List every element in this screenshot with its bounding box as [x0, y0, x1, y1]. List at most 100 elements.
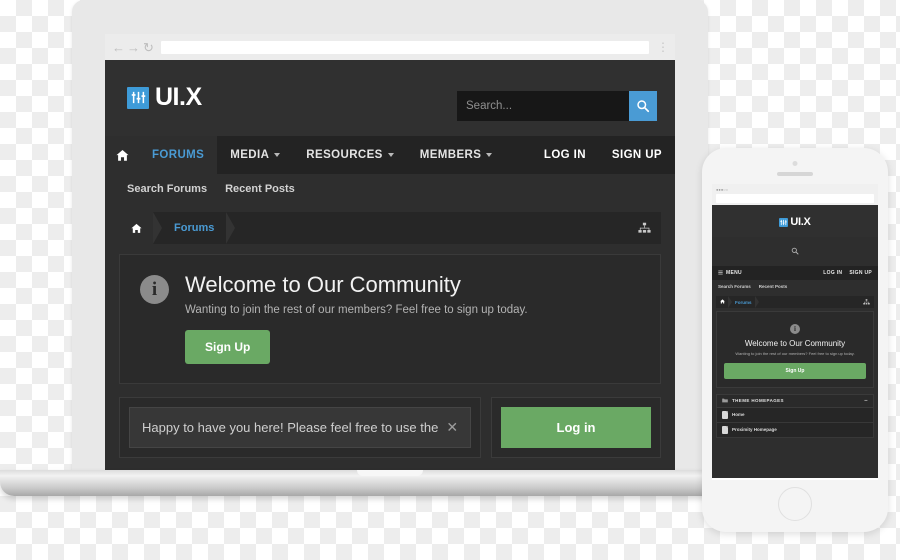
phone-camera	[792, 161, 798, 166]
breadcrumb-separator	[153, 212, 162, 244]
login-button[interactable]: Log in	[501, 407, 651, 449]
phone-mockup: ●●●○○ UI.X MENU LOG IN SIGN UP Search Fo…	[702, 148, 888, 532]
laptop-base-notch	[357, 470, 423, 476]
phone-breadcrumb-separator	[728, 296, 732, 308]
phone-welcome-title: Welcome to Our Community	[744, 339, 846, 348]
breadcrumb-separator	[226, 212, 236, 244]
phone-sub-nav-recent-posts[interactable]: Recent Posts	[759, 284, 788, 289]
nav-home-button[interactable]	[105, 136, 139, 174]
phone-site: UI.X MENU LOG IN SIGN UP Search Forums R…	[712, 205, 878, 478]
notice-inner: Happy to have you here! Please feel free…	[129, 407, 472, 449]
phone-url-input[interactable]	[716, 194, 874, 203]
reload-icon[interactable]: ↻	[141, 41, 156, 54]
main-navigation: FORUMS MEDIA RESOURCES MEMBERS LOG IN SI…	[105, 136, 675, 174]
welcome-content: Welcome to Our Community Wanting to join…	[185, 272, 528, 365]
phone-login-button[interactable]: LOG IN	[823, 270, 842, 276]
welcome-panel: i Welcome to Our Community Wanting to jo…	[119, 254, 661, 385]
sliders-icon	[779, 218, 789, 227]
kebab-menu-icon[interactable]: ⋮	[657, 41, 669, 53]
site-logo[interactable]: UI.X	[127, 85, 202, 110]
laptop-mockup: ← → ↻ ⋮ UI.X Search... FORUMS MEDIA RESO…	[0, 0, 780, 500]
browser-chrome: ← → ↻ ⋮	[105, 34, 675, 60]
phone-screen: ●●●○○ UI.X MENU LOG IN SIGN UP Search Fo…	[712, 184, 878, 480]
site-header: UI.X	[105, 60, 675, 136]
phone-sub-nav: Search Forums Recent Posts	[712, 280, 878, 293]
nav-item-forums[interactable]: FORUMS	[139, 136, 218, 174]
nav-item-resources[interactable]: RESOURCES	[293, 136, 406, 174]
breadcrumb-label: Forums	[174, 222, 215, 234]
nav-login-button[interactable]: LOG IN	[531, 136, 599, 174]
nav-item-label: MEMBERS	[419, 149, 482, 161]
phone-category-header[interactable]: THEME HOMEPAGES –	[716, 393, 874, 408]
search-button[interactable]	[629, 91, 657, 121]
arrow-right-icon[interactable]: →	[126, 41, 141, 54]
nav-item-media[interactable]: MEDIA	[217, 136, 293, 174]
nav-item-label: RESOURCES	[306, 149, 383, 161]
phone-menu-label[interactable]: MENU	[726, 270, 742, 276]
browser-viewport: UI.X FORUMS	[105, 60, 675, 470]
sitemap-icon[interactable]	[638, 212, 661, 244]
nav-signup-button[interactable]: SIGN UP	[599, 136, 675, 174]
sub-nav-search-forums[interactable]: Search Forums	[127, 183, 207, 195]
phone-nav-right: LOG IN SIGN UP	[823, 270, 872, 276]
nav-login-label: LOG IN	[543, 149, 586, 161]
url-input[interactable]	[161, 40, 649, 54]
info-icon: i	[140, 275, 169, 304]
phone-category-block: THEME HOMEPAGES – Home Proximity Homepag…	[716, 393, 874, 438]
breadcrumb: Forums	[119, 212, 661, 244]
phone-category-row[interactable]: Proximity Homepage	[716, 422, 874, 438]
nav-item-members[interactable]: MEMBERS	[407, 136, 506, 174]
nav-item-label: MEDIA	[230, 149, 270, 161]
close-icon[interactable]: ✕	[446, 419, 458, 436]
phone-search-button[interactable]	[712, 237, 878, 266]
welcome-title: Welcome to Our Community	[185, 272, 461, 297]
phone-home-button[interactable]	[778, 487, 812, 521]
phone-site-header: UI.X	[712, 205, 878, 237]
phone-category-row-label: Proximity Homepage	[732, 427, 777, 433]
bottom-row: Happy to have you here! Please feel free…	[119, 397, 661, 459]
phone-breadcrumb-label[interactable]: Forums	[735, 300, 752, 305]
sliders-icon	[127, 86, 149, 109]
chevron-down-icon	[486, 153, 493, 157]
notice-panel: Happy to have you here! Please feel free…	[119, 397, 482, 459]
document-icon	[722, 410, 728, 419]
breadcrumb-wrapper: Forums	[105, 204, 675, 244]
login-panel: Log in	[491, 397, 661, 459]
phone-signup-button[interactable]: SIGN UP	[849, 270, 872, 276]
phone-category-title: THEME HOMEPAGES	[732, 398, 784, 404]
notice-text: Happy to have you here! Please feel free…	[142, 420, 439, 436]
breadcrumb-home[interactable]	[119, 212, 153, 244]
phone-url-bar[interactable]	[712, 194, 878, 205]
phone-site-logo-text: UI.X	[790, 216, 811, 228]
site-logo-text: UI.X	[155, 83, 202, 111]
phone-signup-button[interactable]: Sign Up	[724, 362, 866, 379]
phone-signal-icon: ●●●○○	[716, 186, 729, 192]
chevron-down-icon	[274, 153, 281, 157]
phone-sub-nav-search-forums[interactable]: Search Forums	[718, 284, 751, 289]
phone-welcome-subtitle: Wanting to join the rest of our members?…	[735, 351, 855, 356]
phone-status-bar: ●●●○○	[712, 184, 878, 194]
arrow-left-icon[interactable]: ←	[111, 41, 126, 54]
phone-category-row-label: Home	[732, 412, 745, 418]
phone-category-row[interactable]: Home	[716, 407, 874, 423]
sub-navigation: Search Forums Recent Posts	[105, 174, 675, 204]
sub-nav-recent-posts[interactable]: Recent Posts	[225, 183, 295, 195]
welcome-subtitle: Wanting to join the rest of our members?…	[185, 304, 528, 317]
phone-welcome-panel: i Welcome to Our Community Wanting to jo…	[716, 311, 874, 388]
phone-sitemap-icon[interactable]	[863, 298, 870, 306]
breadcrumb-item-forums[interactable]: Forums	[162, 212, 226, 244]
phone-breadcrumb-separator	[754, 296, 759, 308]
nav-item-label: FORUMS	[152, 149, 205, 161]
search-input[interactable]	[457, 91, 629, 121]
hamburger-icon[interactable]	[718, 270, 723, 277]
phone-main-nav: MENU LOG IN SIGN UP	[712, 266, 878, 280]
phone-site-logo[interactable]: UI.X	[779, 216, 811, 228]
minus-icon[interactable]: –	[864, 398, 868, 404]
signup-button[interactable]: Sign Up	[185, 330, 271, 365]
nav-signup-label: SIGN UP	[611, 149, 662, 161]
chevron-down-icon	[387, 153, 394, 157]
phone-speaker	[777, 172, 813, 176]
folder-icon	[722, 398, 728, 404]
nav-right-group: LOG IN SIGN UP	[531, 136, 675, 174]
phone-breadcrumb-home[interactable]	[720, 299, 725, 305]
